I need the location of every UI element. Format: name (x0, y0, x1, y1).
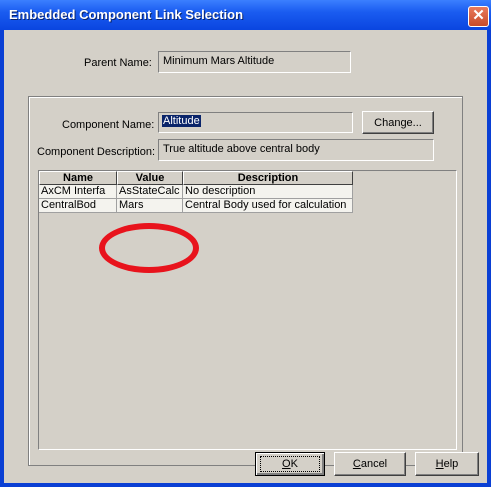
grid-header-description[interactable]: Description (183, 171, 353, 185)
help-button-label: Help (435, 458, 459, 470)
close-icon[interactable]: ✕ (468, 6, 489, 27)
grid-cell-value[interactable]: Mars (117, 199, 183, 213)
component-description-field: True altitude above central body (158, 139, 434, 161)
cancel-button[interactable]: Cancel (334, 452, 406, 476)
grid-cell-value[interactable]: AsStateCalc (117, 185, 183, 199)
grid-header-name[interactable]: Name (39, 171, 117, 185)
grid-header-value[interactable]: Value (117, 171, 183, 185)
grid-cell-name[interactable]: AxCM Interfa (39, 185, 117, 199)
ok-button[interactable]: OK (255, 452, 325, 476)
component-name-value: Altitude (162, 115, 201, 127)
change-button-label: Change... (374, 117, 422, 129)
dialog-window: Embedded Component Link Selection ✕ Pare… (0, 0, 491, 487)
grid-cell-description[interactable]: No description (183, 185, 353, 199)
grid-cell-name[interactable]: CentralBod (39, 199, 117, 213)
parent-name-field: Minimum Mars Altitude (158, 51, 351, 73)
grid-cell-description[interactable]: Central Body used for calculation (183, 199, 353, 213)
cancel-button-label: Cancel (352, 458, 388, 470)
dialog-client-area: Parent Name: Minimum Mars Altitude Compo… (4, 30, 487, 483)
title-bar[interactable]: Embedded Component Link Selection ✕ (0, 0, 491, 30)
component-name-input[interactable]: Altitude (158, 112, 353, 133)
properties-grid[interactable]: Name Value Description AxCM Interfa AsSt… (38, 170, 457, 450)
parent-name-label: Parent Name: (84, 57, 152, 69)
component-name-label: Component Name: (62, 119, 155, 131)
component-description-label: Component Description: (37, 146, 156, 158)
window-title: Embedded Component Link Selection (9, 7, 244, 22)
change-button[interactable]: Change... (362, 111, 434, 134)
help-button[interactable]: Help (415, 452, 479, 476)
ok-button-label: OK (282, 458, 298, 470)
